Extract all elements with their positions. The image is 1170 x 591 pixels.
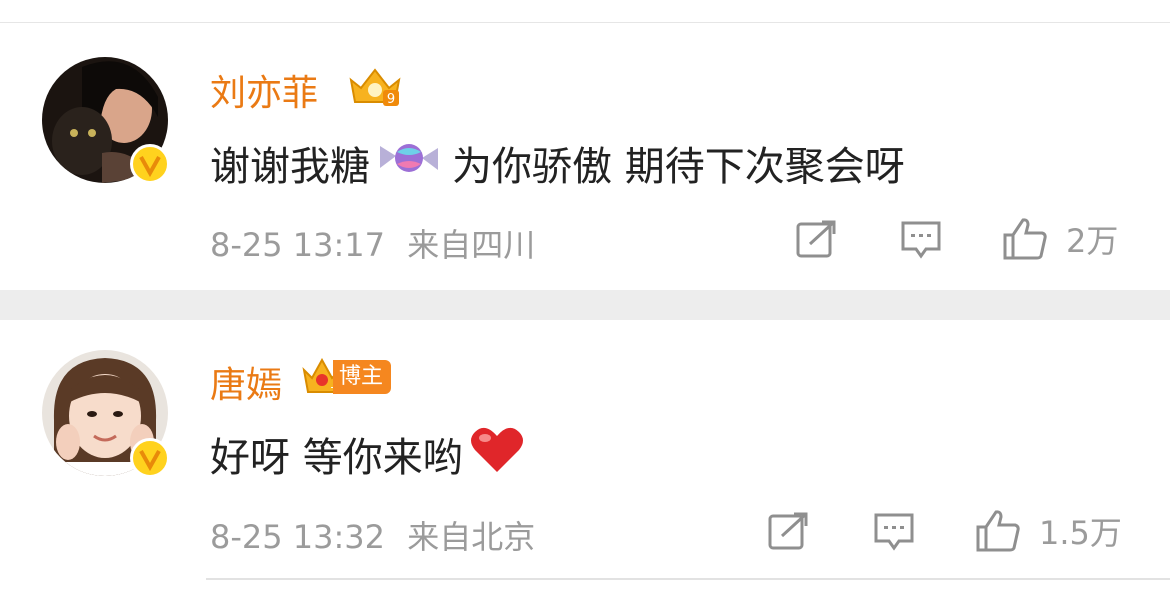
comment-text-part: 好呀 等你来哟: [210, 435, 463, 481]
share-button[interactable]: [768, 512, 810, 550]
candy-icon: [376, 138, 442, 188]
comment-text-part: 为你骄傲 期待下次聚会呀: [452, 144, 905, 190]
heart-icon: [469, 424, 525, 484]
comment-item: 刘亦菲 9 谢谢我糖 为你骄傲 期待下次聚会呀 8-25 13:17 来自四川: [0, 0, 1170, 290]
blogger-tag: 博主: [333, 360, 392, 394]
comment-meta: 8-25 13:17 来自四川: [210, 220, 547, 266]
comment-item: 唐嫣 7 博主 好呀 等你来哟 8-25 13:32 来自北京: [0, 320, 1170, 591]
comment-text-part: 谢谢我糖: [210, 144, 370, 190]
bottom-divider: [206, 578, 1170, 580]
comment-text: 谢谢我糖 为你骄傲 期待下次聚会呀: [210, 134, 905, 192]
share-icon: [796, 220, 836, 258]
svg-text:9: 9: [387, 92, 395, 107]
crown-icon[interactable]: 9: [347, 66, 403, 112]
like-icon: [976, 510, 1020, 552]
comment-icon: [901, 221, 941, 259]
like-button[interactable]: 1.5万: [975, 508, 1122, 554]
verified-icon: [130, 144, 170, 184]
username[interactable]: 刘亦菲: [210, 64, 318, 116]
share-button[interactable]: [796, 220, 838, 258]
comment-location: 来自四川: [407, 226, 536, 264]
username[interactable]: 唐嫣: [210, 356, 282, 408]
like-icon: [1003, 218, 1047, 260]
comment-time: 8-25 13:32: [210, 518, 386, 556]
comment-button[interactable]: [873, 512, 915, 552]
verified-icon: [130, 438, 170, 478]
comment-button[interactable]: [900, 220, 942, 260]
comment-text: 好呀 等你来哟: [210, 424, 535, 484]
like-count: 2万: [1066, 222, 1119, 260]
share-icon: [768, 512, 808, 550]
like-count: 1.5万: [1039, 514, 1122, 552]
section-separator: [0, 290, 1170, 320]
comment-icon: [874, 513, 914, 551]
like-button[interactable]: 2万: [1002, 216, 1118, 262]
comment-time: 8-25 13:17: [210, 226, 386, 264]
comment-location: 来自北京: [407, 518, 536, 556]
comment-meta: 8-25 13:32 来自北京: [210, 512, 547, 558]
